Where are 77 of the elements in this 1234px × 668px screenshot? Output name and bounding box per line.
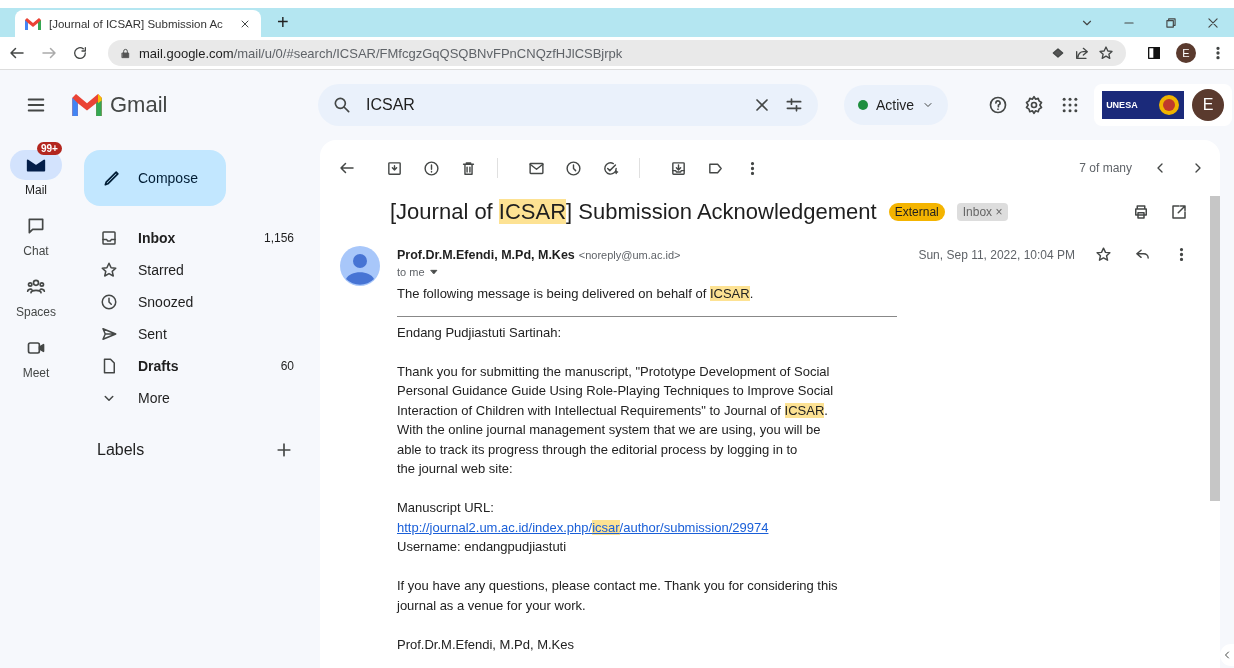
email-date: Sun, Sep 11, 2022, 10:04 PM <box>918 247 1075 262</box>
folder-item[interactable]: More <box>72 382 320 414</box>
side-panel-icon[interactable] <box>1146 45 1162 61</box>
email-text-line: Prof.Dr.M.Efendi, M.Pd, M.Kes <box>397 635 574 654</box>
folder-item[interactable]: Drafts 60 <box>72 350 320 382</box>
share-icon[interactable] <box>1074 45 1090 61</box>
email-text-line: able to track its progress through the editorial process by logging in to <box>397 440 798 459</box>
sender-email: <noreply@um.ac.id> <box>578 248 681 261</box>
close-icon[interactable] <box>1206 15 1220 30</box>
email-text-line: If you have any questions, please contact me. Thank you for considering this <box>397 577 838 595</box>
add-task-icon[interactable] <box>602 159 619 177</box>
message-counter: 7 of many <box>1079 161 1132 175</box>
recipient-label: to me <box>397 266 425 278</box>
profile-avatar[interactable]: E <box>1176 43 1196 63</box>
labels-heading: Labels <box>97 441 146 459</box>
status-button[interactable]: Active <box>844 85 949 125</box>
submission-link[interactable]: http://journal2.um.ac.id/index.php/icsar/author/submission/29974 <box>397 517 769 537</box>
rail-item[interactable]: Chat <box>10 203 62 258</box>
inbox-icon <box>100 229 118 247</box>
email-text-line: the journal web site: <box>397 460 513 478</box>
star-icon[interactable] <box>1098 45 1114 61</box>
archive-icon[interactable] <box>386 159 403 177</box>
reload-icon[interactable] <box>72 45 88 61</box>
email-text-line: Manuscript URL: <box>397 499 494 517</box>
external-tag: External <box>888 203 945 221</box>
gmail-logo-icon <box>25 17 41 30</box>
compose-button[interactable]: Compose <box>84 150 226 206</box>
folder-item[interactable]: Inbox 1,156 <box>72 222 320 254</box>
unread-badge: 99+ <box>37 142 62 155</box>
clock-icon[interactable] <box>565 159 582 177</box>
sender-name: Prof.Dr.M.Efendi, M.Pd, M.Kes <box>397 247 575 262</box>
lock-icon <box>120 47 131 59</box>
move-to-icon[interactable] <box>670 159 687 177</box>
search-bar[interactable]: ICSAR <box>318 84 818 126</box>
filter-sliders-icon[interactable] <box>784 95 804 115</box>
clock-icon <box>100 293 118 311</box>
account-avatar[interactable]: E <box>1192 89 1225 121</box>
email-text-line: The following message is being delivered on behalf of ICSAR. <box>397 285 754 303</box>
gmail-logo-icon[interactable] <box>72 94 102 116</box>
folder-tag[interactable]: Inbox × <box>956 203 1009 221</box>
email-text-line: Thank you for submitting the manuscript, "Prototype Development of Social <box>397 362 830 381</box>
trash-icon[interactable] <box>460 159 477 177</box>
status-dot <box>858 100 868 110</box>
rail-item[interactable]: Meet <box>10 325 62 380</box>
gmail-wordmark: Gmail <box>110 92 168 118</box>
rail-item[interactable]: Spaces <box>10 264 62 319</box>
report-icon[interactable] <box>423 159 440 177</box>
browser-tab[interactable]: [Journal of ICSAR] Submission Ac <box>15 10 261 37</box>
star-icon <box>100 261 118 279</box>
folder-item[interactable]: Starred <box>72 254 320 286</box>
address-bar[interactable]: mail.google.com/mail/u/0/#search/ICSAR/FMfcgzGqQSQBNvFPnCNQzfHJlCSBjrpk <box>108 40 1126 66</box>
star-icon[interactable] <box>1095 246 1112 263</box>
folder-item[interactable]: Snoozed <box>72 286 320 318</box>
sender-avatar <box>340 246 380 286</box>
search-icon[interactable] <box>332 95 352 115</box>
email-text-line: Username: endangpudjiastuti <box>397 538 567 556</box>
send-icon <box>100 325 118 343</box>
folder-item[interactable]: Sent <box>72 318 320 350</box>
restore-icon[interactable] <box>1164 15 1178 30</box>
pencil-icon <box>102 168 122 188</box>
email-subject: [Journal of ICSAR] Submission Acknowledgement <box>390 199 877 225</box>
email-text-line: With the online journal management system that we are using, you will be <box>397 421 821 439</box>
email-text-line: journal as a venue for your work. <box>397 596 586 615</box>
open-new-window-icon[interactable] <box>1170 203 1188 221</box>
email-text-line: Interaction of Children with Intellectual Requirements" to Journal of ICSAR. <box>397 401 828 420</box>
new-tab-button[interactable]: + <box>273 11 293 34</box>
settings-icon[interactable] <box>1024 95 1045 115</box>
side-panel-toggle[interactable] <box>1220 644 1234 666</box>
search-field[interactable]: ICSAR <box>364 95 740 115</box>
caret-down-icon[interactable] <box>428 267 439 277</box>
print-icon[interactable] <box>1132 203 1150 221</box>
scrollbar-thumb[interactable] <box>1210 196 1220 501</box>
email-text-line: Personal Guidance Guide Using Role-Playing Techniques to Improve Social <box>397 382 834 400</box>
email-text-line: Endang Pudjiastuti Sartinah: <box>397 323 562 342</box>
organization-logo[interactable]: UNESA <box>1102 91 1185 119</box>
chat-icon <box>26 216 46 236</box>
help-icon[interactable] <box>988 95 1009 115</box>
